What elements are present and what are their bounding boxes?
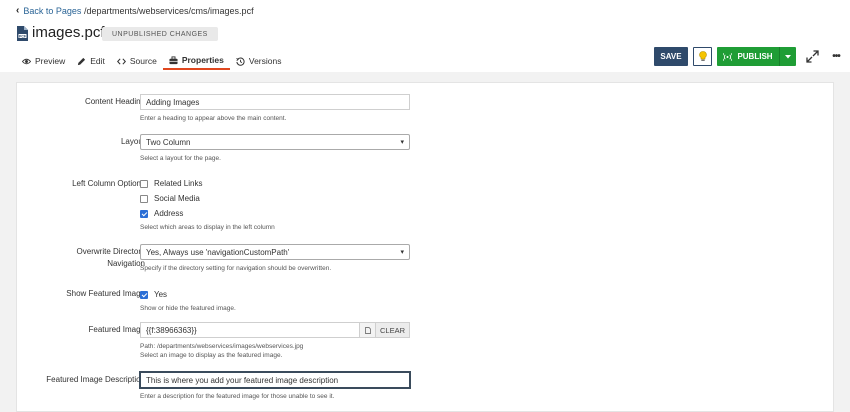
overwrite-nav-selected-value: Yes, Always use 'navigationCustomPath': [146, 247, 290, 257]
pencil-icon: [78, 57, 86, 65]
tab-label: Edit: [90, 56, 105, 66]
view-tabs: Preview Edit Source Properties Versions: [16, 54, 287, 70]
tab-edit[interactable]: Edit: [71, 54, 111, 70]
left-column-label: Left Column Options: [72, 179, 145, 188]
history-icon: [236, 57, 245, 66]
address-checkbox[interactable]: [140, 209, 148, 218]
featured-desc-label: Featured Image Description: [46, 375, 145, 384]
svg-text:PCF: PCF: [19, 34, 27, 38]
clear-button[interactable]: CLEAR: [376, 322, 410, 338]
chevron-left-icon: ‹: [16, 5, 20, 16]
overwrite-nav-select[interactable]: Yes, Always use 'navigationCustomPath' ▾: [140, 244, 410, 260]
publish-label: PUBLISH: [737, 52, 773, 61]
content-heading-help: Enter a heading to appear above the main…: [140, 115, 287, 122]
tab-versions[interactable]: Versions: [230, 54, 288, 70]
broadcast-icon: [723, 52, 733, 61]
social-media-option[interactable]: Social Media: [140, 191, 275, 206]
related-links-checkbox[interactable]: [140, 179, 148, 188]
featured-image-label: Featured Image: [88, 325, 145, 334]
top-bar: ‹ Back to Pages /departments/webservices…: [0, 0, 850, 72]
layout-help: Select a layout for the page.: [140, 155, 221, 162]
overwrite-nav-label-line2: Navigation: [107, 259, 145, 268]
address-option[interactable]: Address: [140, 206, 275, 221]
tab-label: Source: [129, 56, 157, 66]
pcf-file-icon: PCF: [17, 26, 28, 41]
chevron-down-icon: ▾: [400, 139, 404, 146]
eye-icon: [22, 58, 31, 64]
save-button[interactable]: SAVE: [654, 47, 688, 66]
left-column-help: Select which areas to display in the lef…: [140, 224, 275, 231]
show-featured-label: Show Featured Image: [66, 289, 145, 298]
browse-file-button[interactable]: [360, 322, 376, 338]
tab-preview[interactable]: Preview: [16, 54, 71, 70]
back-to-pages-link[interactable]: ‹ Back to Pages: [16, 5, 81, 16]
social-media-label: Social Media: [154, 194, 200, 203]
chevron-down-icon: ▾: [400, 249, 404, 256]
expand-icon[interactable]: [806, 50, 819, 63]
show-featured-option[interactable]: Yes: [140, 287, 236, 302]
layout-select[interactable]: Two Column ▾: [140, 134, 410, 150]
layout-label: Layout: [120, 137, 145, 146]
social-media-checkbox[interactable]: [140, 194, 148, 203]
more-options-icon[interactable]: •••: [829, 50, 843, 63]
status-badge: UNPUBLISHED CHANGES: [102, 27, 218, 41]
related-links-label: Related Links: [154, 179, 203, 188]
featured-image-field: {{f:38966363}} CLEAR: [140, 322, 410, 338]
show-featured-option-label: Yes: [154, 290, 168, 299]
properties-panel: Content Heading Adding Images Enter a he…: [16, 82, 834, 412]
tab-label: Versions: [248, 56, 282, 66]
code-icon: [116, 57, 126, 65]
address-label: Address: [154, 209, 184, 218]
show-featured-help: Show or hide the featured image.: [140, 305, 236, 312]
tab-label: Preview: [35, 56, 66, 66]
page-title: images.pcf: [32, 24, 105, 41]
publish-button[interactable]: PUBLISH: [717, 47, 779, 66]
publish-options-dropdown[interactable]: [779, 47, 796, 66]
overwrite-nav-label: Overwrite Directory Navigation: [25, 246, 145, 270]
overwrite-nav-help: Specify if the directory setting for nav…: [140, 265, 332, 272]
content-heading-label: Content Heading: [84, 97, 145, 106]
caret-down-icon: [785, 54, 791, 58]
featured-desc-input[interactable]: This is where you add your featured imag…: [140, 372, 410, 388]
featured-image-path: Path: /departments/webservices/images/we…: [140, 343, 304, 350]
tab-properties[interactable]: Properties: [162, 54, 230, 70]
related-links-option[interactable]: Related Links: [140, 176, 275, 191]
layout-selected-value: Two Column: [146, 137, 191, 147]
tab-source[interactable]: Source: [111, 54, 163, 70]
tab-label: Properties: [181, 55, 224, 65]
featured-desc-help: Enter a description for the featured ima…: [140, 393, 335, 400]
featured-image-input[interactable]: {{f:38966363}}: [140, 322, 360, 338]
file-icon: [364, 326, 371, 334]
lightbulb-button[interactable]: [693, 47, 712, 66]
back-label: Back to Pages: [23, 5, 82, 16]
breadcrumb-path: /departments/webservices/cms/images.pcf: [84, 6, 254, 16]
show-featured-checkbox[interactable]: [140, 290, 148, 299]
briefcase-icon: [169, 55, 178, 64]
lightbulb-icon: [698, 51, 707, 61]
content-heading-input[interactable]: Adding Images: [140, 94, 410, 110]
featured-image-help: Select an image to display as the featur…: [140, 352, 283, 359]
overwrite-nav-label-line1: Overwrite Directory: [76, 247, 145, 256]
